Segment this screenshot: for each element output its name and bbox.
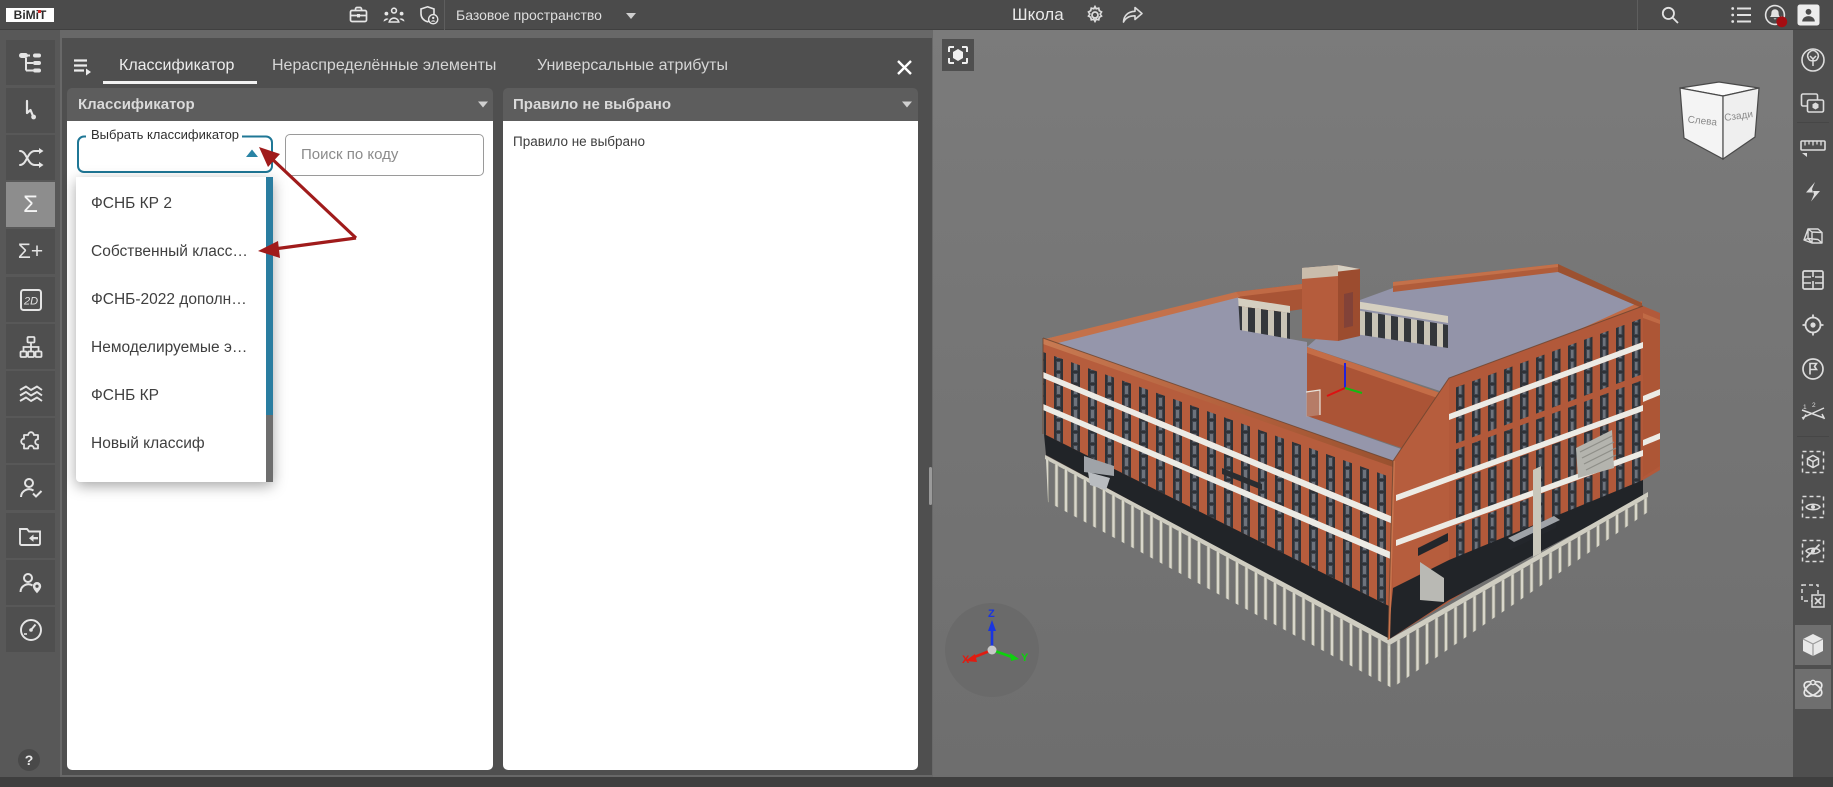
svg-text:X: X xyxy=(962,654,970,666)
svg-text:2: 2 xyxy=(1812,402,1816,409)
svg-text:1: 1 xyxy=(1803,404,1807,411)
svg-text:Y: Y xyxy=(1021,652,1029,664)
svg-text:2D: 2D xyxy=(22,295,37,307)
svg-text:Z: Z xyxy=(988,608,995,620)
